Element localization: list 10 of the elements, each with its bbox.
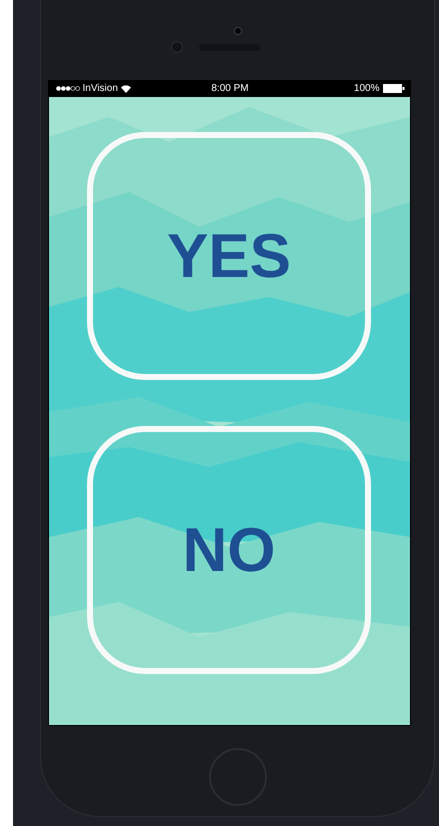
answer-button[interactable]: YES — [87, 132, 371, 380]
camera-icon — [234, 27, 242, 35]
lens-icon — [170, 41, 182, 53]
battery-percent: 100% — [354, 83, 380, 94]
signal-icon — [56, 86, 80, 91]
carrier-name: InVision — [82, 83, 118, 94]
battery-icon — [382, 84, 404, 93]
wifi-icon — [120, 84, 131, 92]
answer-button[interactable]: NO — [87, 426, 371, 674]
status-time: 8:00 PM — [211, 83, 249, 94]
